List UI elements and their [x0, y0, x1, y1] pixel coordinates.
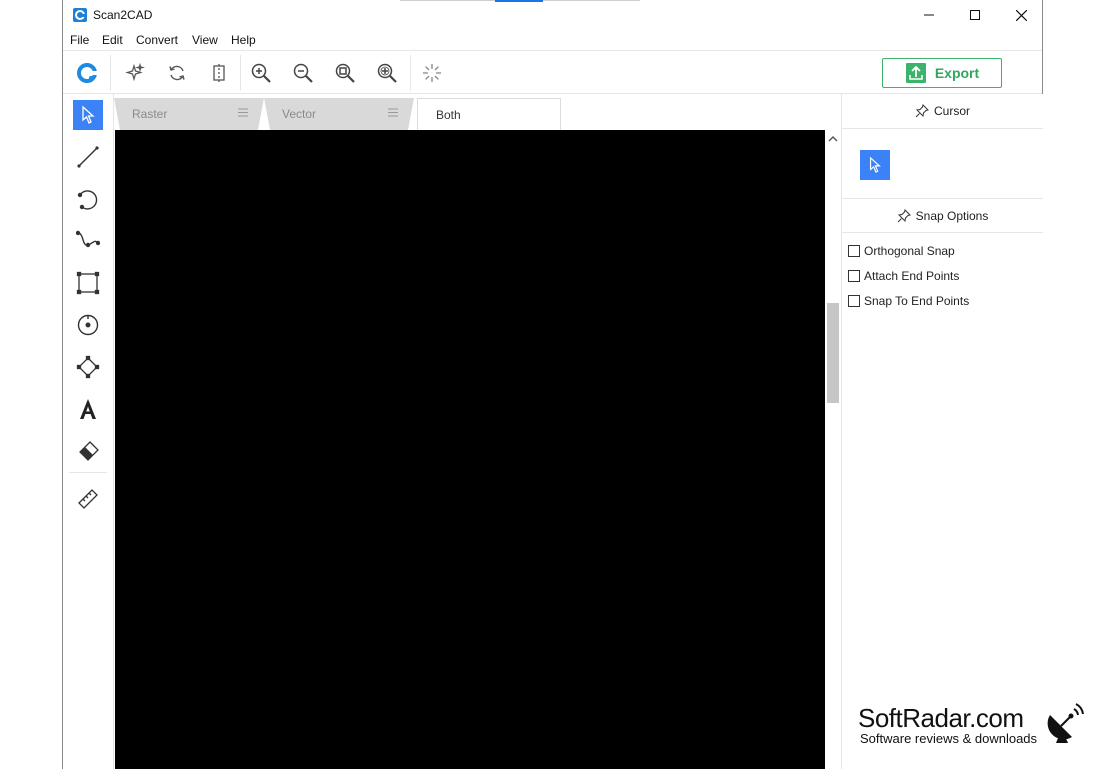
tool-separator — [69, 472, 107, 473]
crop-icon[interactable] — [206, 60, 232, 86]
cursor-header-label: Cursor — [933, 104, 970, 118]
minimize-icon — [924, 14, 934, 16]
attach-end-points-checkbox[interactable] — [848, 270, 860, 282]
cursor-mode-button[interactable] — [860, 150, 890, 180]
menu-convert[interactable]: Convert — [136, 33, 178, 47]
maximize-button[interactable] — [952, 0, 998, 30]
window-title: Scan2CAD — [93, 8, 153, 22]
hamburger-menu-icon[interactable] — [238, 108, 248, 117]
tab-label: Vector — [282, 107, 317, 121]
snap-options-header: Snap Options — [842, 198, 1043, 233]
tab-label: Both — [436, 107, 461, 122]
watermark-title: SoftRadar.com — [858, 703, 1024, 733]
minimize-button[interactable] — [906, 0, 952, 30]
zoom-out-icon[interactable] — [290, 60, 316, 86]
tab-raster[interactable]: Raster — [114, 98, 264, 130]
watermark-subtitle: Software reviews & downloads — [860, 731, 1038, 746]
tab-label: Raster — [132, 107, 168, 121]
properties-panel: Cursor Snap Options Orthogonal Snap Atta… — [841, 94, 1043, 769]
menu-edit[interactable]: Edit — [102, 33, 123, 47]
scrollbar-thumb[interactable] — [827, 303, 839, 403]
menu-view[interactable]: View — [192, 33, 218, 47]
refresh-icon[interactable] — [164, 60, 190, 86]
checkbox-label: Orthogonal Snap — [864, 244, 955, 258]
snap-header-label: Snap Options — [915, 208, 989, 223]
scan2cad-app-icon — [73, 8, 87, 22]
screen: Scan2CAD File Edit Convert View Help Exp… — [0, 0, 1107, 769]
export-label: Export — [934, 65, 980, 81]
checkbox-label: Snap To End Points — [864, 294, 970, 308]
cursor-tool-icon[interactable] — [73, 100, 103, 130]
export-icon — [905, 63, 926, 83]
app-window: Scan2CAD File Edit Convert View Help Exp… — [62, 0, 1043, 769]
toolbar-separator — [410, 55, 411, 91]
zoom-in-icon[interactable] — [248, 60, 274, 86]
snap-to-end-points-option[interactable]: Snap To End Points — [848, 294, 969, 308]
zoom-fit-icon[interactable] — [332, 60, 358, 86]
orthogonal-snap-option[interactable]: Orthogonal Snap — [848, 244, 955, 258]
snap-to-end-points-checkbox[interactable] — [848, 295, 860, 307]
arc-tool-icon[interactable] — [73, 184, 103, 214]
view-tabs: Raster Vector Both — [114, 94, 841, 130]
rectangle-tool-icon[interactable] — [73, 268, 103, 298]
toolbar-separator — [110, 55, 111, 91]
export-button[interactable]: Export — [882, 58, 1002, 88]
hamburger-menu-icon[interactable] — [388, 108, 398, 117]
drawing-tools-sidebar — [63, 94, 114, 769]
pin-icon — [897, 208, 911, 222]
loading-icon[interactable] — [419, 60, 445, 86]
tab-both[interactable]: Both — [417, 98, 561, 130]
checkbox-label: Attach End Points — [864, 269, 960, 283]
orthogonal-snap-checkbox[interactable] — [848, 245, 860, 257]
cursor-panel-header: Cursor — [842, 94, 1043, 129]
eraser-tool-icon[interactable] — [73, 436, 103, 466]
close-button[interactable] — [998, 0, 1044, 30]
satellite-dish-icon — [1046, 701, 1086, 745]
menu-bar: File Edit Convert View Help — [63, 30, 1042, 50]
scan2cad-logo-icon[interactable] — [74, 60, 100, 86]
polygon-tool-icon[interactable] — [73, 352, 103, 382]
drawing-canvas[interactable] — [115, 130, 825, 769]
vertical-scrollbar[interactable] — [825, 130, 841, 769]
circle-tool-icon[interactable] — [73, 310, 103, 340]
text-tool-icon[interactable] — [73, 394, 103, 424]
pin-icon — [915, 104, 929, 118]
toolbar-separator — [240, 55, 241, 91]
curve-tool-icon[interactable] — [73, 226, 103, 256]
close-icon — [1015, 9, 1027, 21]
zoom-area-icon[interactable] — [374, 60, 400, 86]
scroll-up-icon[interactable] — [828, 134, 838, 144]
attach-end-points-option[interactable]: Attach End Points — [848, 269, 959, 283]
tab-vector[interactable]: Vector — [264, 98, 414, 130]
menu-file[interactable]: File — [70, 33, 89, 47]
softradar-watermark: SoftRadar.com Software reviews & downloa… — [858, 703, 1098, 763]
toolbar: Export — [63, 50, 1042, 94]
cursor-icon — [869, 156, 881, 173]
menu-help[interactable]: Help — [231, 33, 256, 47]
measure-tool-icon[interactable] — [73, 484, 103, 514]
line-tool-icon[interactable] — [73, 142, 103, 172]
title-bar: Scan2CAD — [63, 0, 1042, 30]
maximize-icon — [970, 10, 980, 20]
sparkle-icon[interactable] — [122, 60, 148, 86]
